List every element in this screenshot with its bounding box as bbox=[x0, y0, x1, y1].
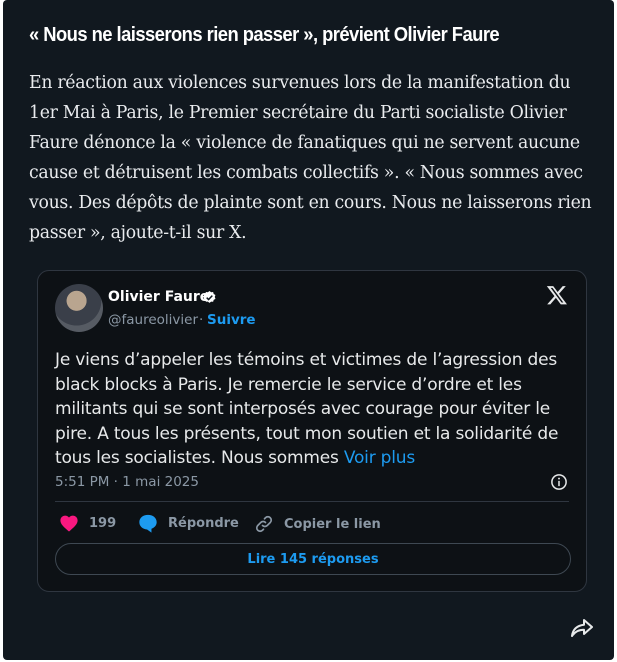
verified-badge-icon bbox=[203, 290, 216, 303]
like-button[interactable]: 199 bbox=[59, 514, 116, 532]
article-body: En réaction aux violences survenues lors… bbox=[29, 73, 592, 243]
embedded-tweet[interactable]: Olivier Faure @faureolivier · Suivre Je … bbox=[37, 270, 587, 592]
copy-link-label: Copier le lien bbox=[284, 516, 381, 532]
article-headline: « Nous ne laisserons rien passer », prév… bbox=[29, 24, 500, 46]
x-logo-icon[interactable] bbox=[546, 284, 568, 306]
follow-link[interactable]: Suivre bbox=[207, 312, 256, 328]
tweet-author-name[interactable]: Olivier Faure bbox=[108, 289, 209, 305]
reply-label: Répondre bbox=[168, 516, 239, 531]
divider bbox=[55, 501, 569, 502]
avatar[interactable] bbox=[55, 284, 103, 332]
info-icon[interactable] bbox=[550, 473, 568, 491]
share-icon[interactable] bbox=[570, 617, 594, 639]
tweet-body: Je viens d’appeler les témoins et victim… bbox=[55, 350, 559, 468]
like-count: 199 bbox=[89, 515, 117, 531]
article-card: « Nous ne laisserons rien passer », prév… bbox=[3, 0, 614, 660]
link-icon bbox=[255, 515, 273, 533]
see-more-link[interactable]: Voir plus bbox=[344, 448, 415, 468]
speech-bubble-icon bbox=[139, 514, 157, 533]
tweet-handle[interactable]: @faureolivier bbox=[108, 312, 198, 328]
tweet-timestamp[interactable]: 5:51 PM · 1 mai 2025 bbox=[55, 474, 199, 490]
heart-icon bbox=[60, 515, 78, 532]
tweet-text: Je viens d’appeler les témoins et victim… bbox=[55, 348, 575, 471]
read-replies-button[interactable]: Lire 145 réponses bbox=[55, 543, 571, 575]
separator-dot: · bbox=[199, 312, 204, 328]
reply-button[interactable]: Répondre bbox=[138, 514, 239, 533]
copy-link-button[interactable]: Copier le lien bbox=[254, 514, 381, 534]
